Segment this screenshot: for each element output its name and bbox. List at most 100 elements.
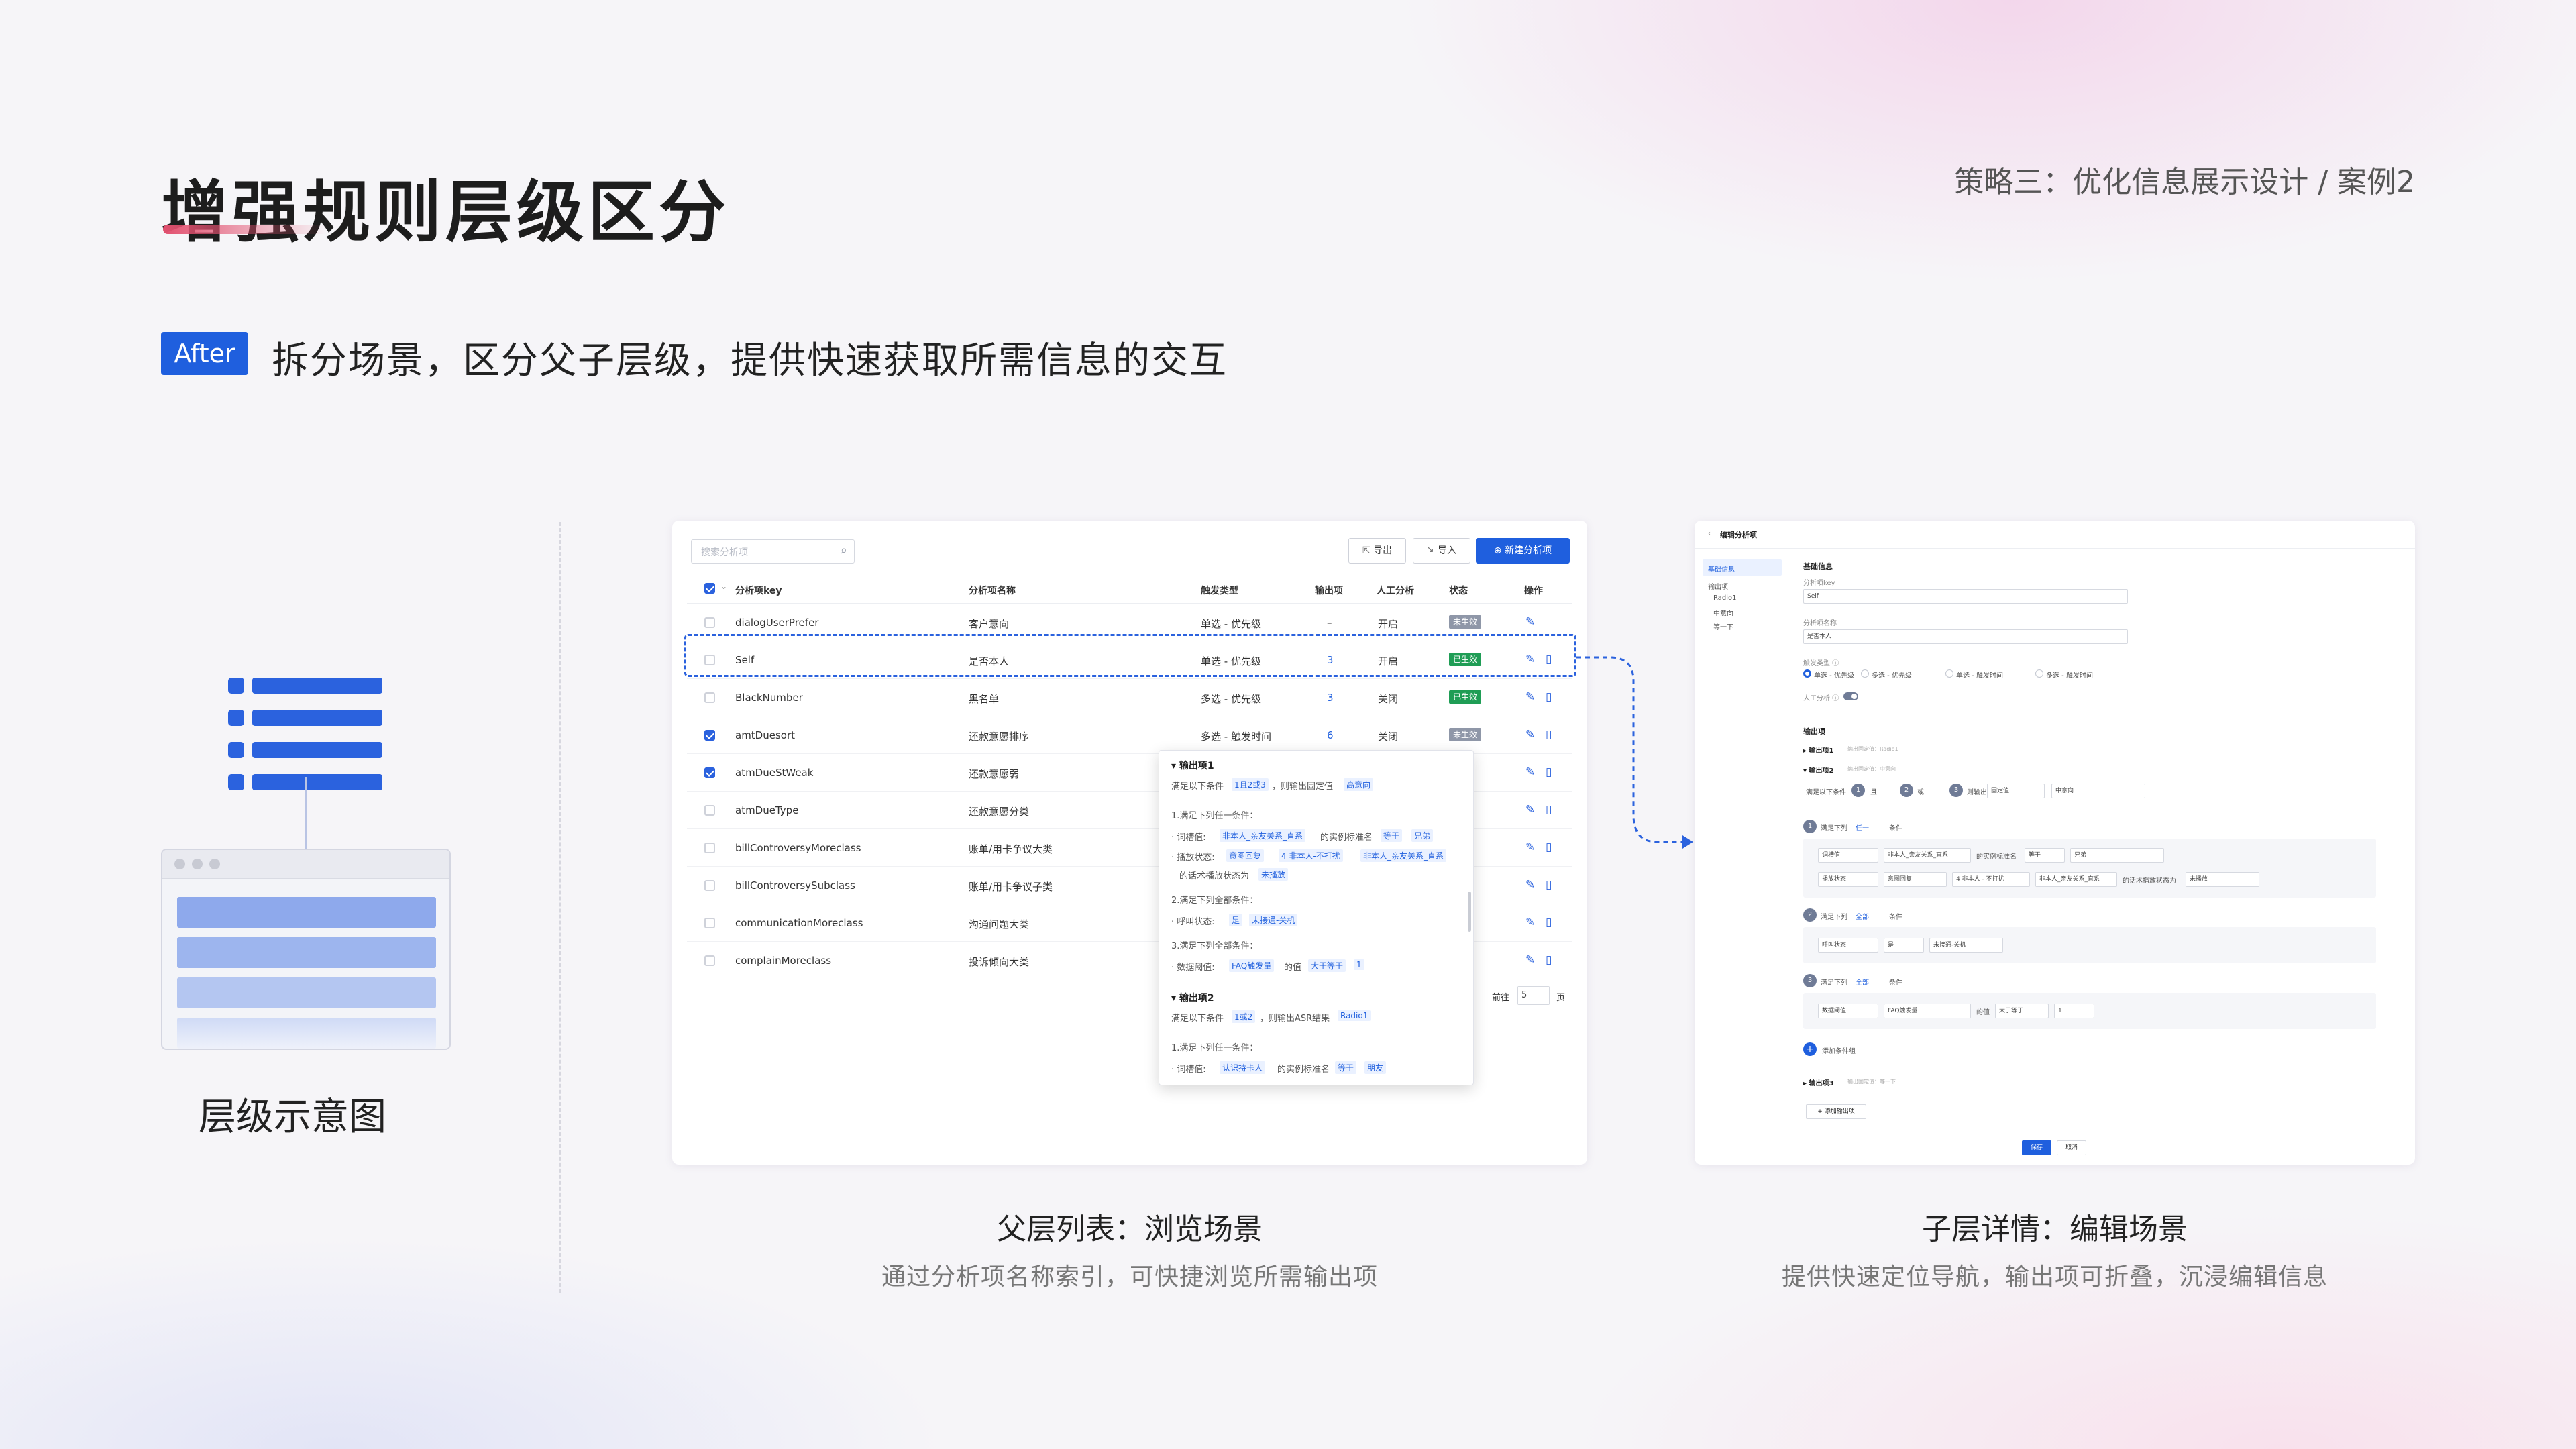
group1-mode-select[interactable]: 任一 — [1856, 822, 1869, 833]
row-checkbox[interactable] — [704, 692, 715, 703]
row-name: 沟通问题大类 — [969, 918, 1030, 930]
col-trigger: 触发类型 — [1201, 586, 1238, 596]
edit-icon[interactable]: ✎ — [1525, 842, 1535, 853]
output-value-input[interactable]: 中意向 — [2051, 784, 2145, 798]
edit-icon[interactable]: ✎ — [1525, 879, 1535, 891]
row-key: billControversyMoreclass — [735, 842, 861, 854]
delete-icon[interactable]: ▯ — [1546, 692, 1552, 703]
row-name: 还款意愿排序 — [969, 731, 1030, 743]
add-group-button[interactable]: 添加条件组 — [1822, 1045, 1856, 1055]
row-name: 黑名单 — [969, 693, 1000, 705]
delete-icon[interactable]: ▯ — [1546, 804, 1552, 816]
new-analysis-button[interactable]: ⊕ 新建分析项 — [1476, 538, 1570, 564]
row-name: 账单/用卡争议大类 — [969, 843, 1053, 855]
col-name: 分析项名称 — [969, 586, 1016, 596]
add-output-button[interactable]: + 添加输出项 — [1806, 1104, 1866, 1119]
row-checkbox[interactable] — [704, 880, 715, 891]
row-checkbox[interactable] — [704, 617, 715, 628]
edit-icon[interactable]: ✎ — [1525, 767, 1535, 778]
edit-icon[interactable]: ✎ — [1525, 804, 1535, 816]
delete-icon[interactable]: ▯ — [1546, 729, 1552, 741]
nav-mid[interactable]: 中意向 — [1713, 608, 1733, 618]
row-output-count: – — [1327, 616, 1332, 629]
row-key: atmDueStWeak — [735, 767, 814, 779]
pager-goto: 前往 — [1492, 993, 1510, 1003]
import-button[interactable]: ⇲ 导入 — [1413, 538, 1470, 564]
col-key: 分析项key — [735, 586, 782, 596]
row-output-count[interactable]: 3 — [1327, 692, 1334, 704]
manual-toggle[interactable] — [1843, 692, 1858, 700]
key-input[interactable]: Self — [1803, 589, 2128, 604]
row-checkbox[interactable] — [704, 918, 715, 928]
output3-toggle[interactable]: ▸ 输出项3 — [1803, 1077, 1833, 1087]
row-checkbox[interactable] — [704, 843, 715, 853]
delete-icon[interactable]: ▯ — [1546, 955, 1552, 966]
plus-circle-icon: ⊕ — [1493, 545, 1505, 556]
import-icon: ⇲ — [1426, 545, 1438, 556]
row-manual: 关闭 — [1378, 693, 1399, 705]
nav-output[interactable]: 输出项 — [1708, 581, 1728, 591]
row-key: complainMoreclass — [735, 955, 832, 967]
output-type-select[interactable]: 固定值 — [1987, 784, 2045, 798]
radio[interactable] — [1861, 669, 1869, 678]
table-row[interactable]: BlackNumber 黑名单 多选 - 优先级 3 关闭 已生效 ✎ ▯ — [687, 679, 1572, 716]
search-icon: ⌕ — [840, 543, 847, 557]
col-actions: 操作 — [1524, 586, 1543, 596]
title-underline — [163, 225, 327, 234]
pager-input[interactable]: 5 — [1517, 986, 1550, 1005]
delete-icon[interactable]: ▯ — [1546, 767, 1552, 778]
row-checkbox[interactable] — [704, 955, 715, 966]
add-group-icon[interactable]: + — [1803, 1042, 1817, 1056]
after-subtitle: 拆分场景，区分父子层级，提供快速获取所需信息的交互 — [272, 339, 1228, 382]
row-key: dialogUserPrefer — [735, 616, 819, 629]
status-badge: 未生效 — [1449, 728, 1482, 741]
row-checkbox[interactable] — [704, 767, 715, 778]
edit-icon[interactable]: ✎ — [1525, 917, 1535, 928]
export-icon: ⇱ — [1362, 545, 1374, 556]
row-key: atmDueType — [735, 804, 799, 816]
edit-icon[interactable]: ✎ — [1525, 729, 1535, 741]
status-badge: 未生效 — [1449, 615, 1482, 629]
row-key: billControversySubclass — [735, 879, 855, 892]
row-highlight — [684, 634, 1576, 677]
row-name: 还款意愿分类 — [969, 806, 1030, 818]
back-icon[interactable]: ‹ — [1708, 530, 1711, 537]
export-button[interactable]: ⇱ 导出 — [1348, 538, 1406, 564]
col-status: 状态 — [1449, 586, 1468, 596]
left-caption-sub: 通过分析项名称索引，可快捷浏览所需输出项 — [881, 1263, 1378, 1291]
output-preview-popover: ▾ 输出项1 满足以下条件 1且2或3 ，则输出固定值 高意向 1.满足下列任一… — [1159, 750, 1474, 1085]
delete-icon[interactable]: ▯ — [1546, 879, 1552, 891]
col-manual: 人工分析 — [1377, 586, 1414, 596]
output2-title[interactable]: ▾ 输出项2 — [1171, 991, 1214, 1004]
edit-icon[interactable]: ✎ — [1525, 616, 1535, 628]
output2-toggle[interactable]: ▾ 输出项2 — [1803, 765, 1833, 775]
search-input[interactable]: 搜索分析项 ⌕ — [691, 539, 855, 564]
radio-selected[interactable] — [1803, 669, 1811, 678]
radio[interactable] — [1945, 669, 1953, 678]
cancel-button[interactable]: 取消 — [2057, 1140, 2086, 1155]
nav-wait[interactable]: 等一下 — [1713, 621, 1733, 631]
condition-group-1: 词槽值 非本人_亲友关系_直系 的实例标准名 等于 兄弟 播放状态 意图回复 4… — [1803, 839, 2376, 898]
nav-radio1[interactable]: Radio1 — [1713, 594, 1736, 602]
delete-icon[interactable]: ▯ — [1546, 917, 1552, 928]
left-caption-title: 父层列表：浏览场景 — [997, 1212, 1263, 1246]
row-checkbox[interactable] — [704, 730, 715, 741]
name-input[interactable]: 是否本人 — [1803, 629, 2128, 644]
output1-title[interactable]: ▾ 输出项1 — [1171, 759, 1214, 772]
output1-toggle[interactable]: ▸ 输出项1 — [1803, 745, 1833, 755]
divider — [559, 522, 561, 1293]
group2-mode-select[interactable]: 全部 — [1856, 911, 1869, 921]
edit-icon[interactable]: ✎ — [1525, 692, 1535, 703]
row-checkbox[interactable] — [704, 805, 715, 816]
detail-header: ‹ 编辑分析项 — [1695, 521, 2415, 549]
radio[interactable] — [2035, 669, 2043, 678]
edit-icon[interactable]: ✎ — [1525, 955, 1535, 966]
row-output-count[interactable]: 6 — [1327, 729, 1334, 741]
save-button[interactable]: 保存 — [2022, 1140, 2051, 1155]
delete-icon[interactable]: ▯ — [1546, 842, 1552, 853]
group3-mode-select[interactable]: 全部 — [1856, 977, 1869, 987]
scrollbar[interactable] — [1468, 892, 1471, 932]
table-row[interactable]: amtDuesort 还款意愿排序 多选 - 触发时间 6 关闭 未生效 ✎ ▯ — [687, 716, 1572, 754]
select-all-checkbox[interactable] — [704, 583, 715, 594]
nav-basic[interactable]: 基础信息 — [1708, 564, 1735, 574]
